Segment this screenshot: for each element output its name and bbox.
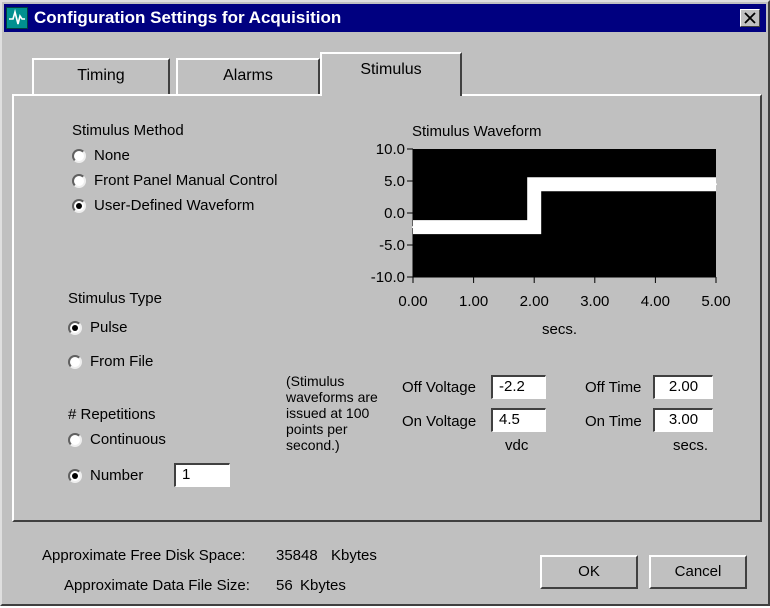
radio-button[interactable] — [68, 469, 82, 483]
on-voltage-label: On Voltage — [402, 413, 477, 430]
title-bar[interactable]: Configuration Settings for Acquisition — [4, 4, 766, 32]
repetitions-heading: # Repetitions — [68, 406, 156, 423]
on-voltage-field[interactable]: 4.5 — [491, 408, 546, 432]
repetitions-number-field[interactable]: 1 — [174, 463, 230, 487]
tab-stimulus[interactable]: Stimulus — [320, 52, 462, 96]
off-time-field[interactable]: 2.00 — [653, 375, 713, 399]
on-time-label: On Time — [585, 413, 642, 430]
waveform-icon — [6, 7, 28, 29]
file-size-unit: Kbytes — [300, 577, 346, 594]
window-title: Configuration Settings for Acquisition — [34, 8, 342, 27]
close-icon[interactable] — [740, 9, 760, 27]
stimulus-type-heading: Stimulus Type — [68, 290, 162, 307]
voltage-unit: vdc — [505, 437, 529, 454]
tab-alarms[interactable]: Alarms — [176, 58, 320, 94]
radio-button[interactable] — [72, 199, 86, 213]
free-disk-unit: Kbytes — [331, 547, 377, 564]
radio-button[interactable] — [68, 355, 82, 369]
time-unit: secs. — [673, 437, 709, 454]
free-disk-label: Approximate Free Disk Space: — [42, 547, 246, 564]
tab-timing[interactable]: Timing — [32, 58, 170, 94]
radio-button[interactable] — [72, 149, 86, 163]
ok-button[interactable]: OK — [540, 555, 638, 589]
radio-button[interactable] — [72, 174, 86, 188]
file-size-label: Approximate Data File Size: — [64, 577, 250, 594]
radio-button[interactable] — [68, 321, 82, 335]
cancel-button[interactable]: Cancel — [649, 555, 747, 589]
off-time-label: Off Time — [585, 379, 642, 396]
on-time-field[interactable]: 3.00 — [653, 408, 713, 432]
free-disk-value: 35848 — [276, 547, 318, 564]
chart-x-label: secs. — [542, 321, 578, 338]
configuration-dialog: Configuration Settings for Acquisition T… — [0, 0, 770, 606]
stimulus-method-heading: Stimulus Method — [72, 122, 184, 139]
off-voltage-field[interactable]: -2.2 — [491, 375, 546, 399]
stimulus-note: (Stimulus waveforms are issued at 100 po… — [286, 373, 378, 453]
file-size-value: 56 — [276, 577, 293, 594]
off-voltage-label: Off Voltage — [402, 379, 476, 396]
chart-title: Stimulus Waveform — [412, 123, 542, 140]
radio-button[interactable] — [68, 433, 82, 447]
